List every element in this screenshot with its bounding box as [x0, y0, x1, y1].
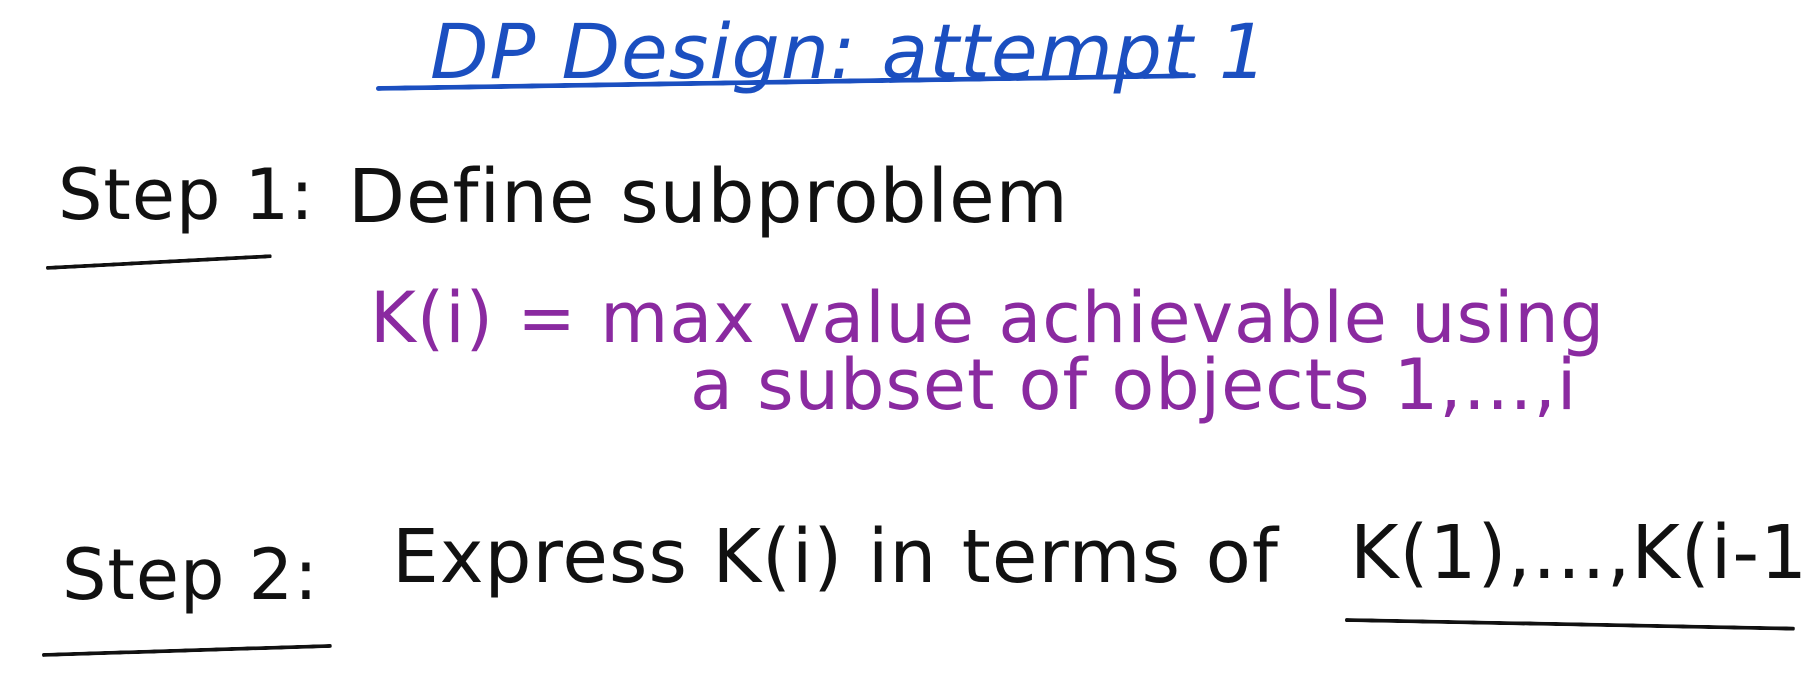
step2-range: K(1),…,K(i-1): [1350, 510, 1814, 596]
range-underline: [1344, 618, 1795, 631]
subproblem-definition-line1: K(i) = max value achievable using: [370, 277, 1606, 359]
step2-label: Step 2:: [62, 534, 319, 616]
step2-underline: [41, 643, 332, 657]
step1-underline: [45, 254, 272, 270]
whiteboard-slide: DP Design: attempt 1 Step 1: Define subp…: [0, 0, 1814, 687]
step1-text: Define subproblem: [348, 154, 1069, 240]
step2-text: Express K(i) in terms of: [392, 514, 1279, 600]
subproblem-definition-line2: a subset of objects 1,…,i: [690, 344, 1578, 426]
step1-label: Step 1:: [58, 154, 315, 236]
